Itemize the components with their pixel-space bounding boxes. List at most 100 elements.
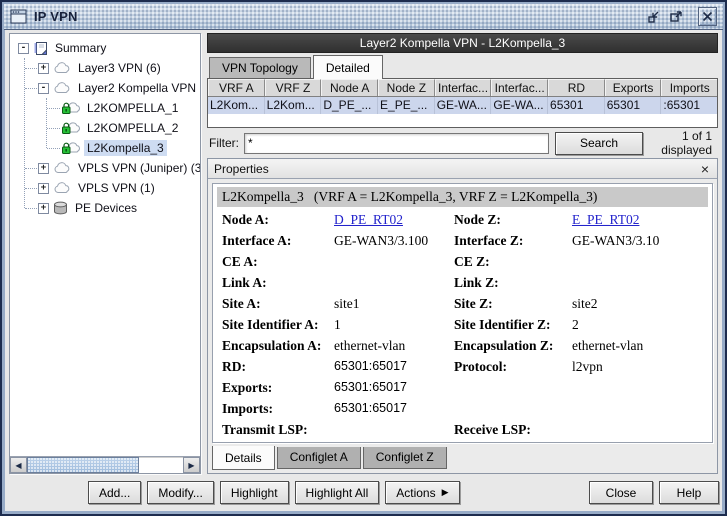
cell-interface-z[interactable]: GE-WA... <box>491 97 549 114</box>
tab-configlet-a[interactable]: Configlet A <box>276 447 361 469</box>
tree-item-l2kompella-2[interactable]: L2KOMPELLA_2 <box>10 118 200 138</box>
prop-label: Encapsulation A: <box>222 338 322 353</box>
tab-details[interactable]: Details <box>212 446 275 470</box>
column-header-exports[interactable]: Exports <box>604 79 662 96</box>
cloud-icon <box>53 162 71 174</box>
prop-value <box>572 377 708 398</box>
prop-label <box>454 398 572 419</box>
vrf-table: VRF A VRF Z Node A Node Z Interfac... In… <box>207 78 718 128</box>
column-header-rd[interactable]: RD <box>548 79 605 96</box>
prop-label: Interface A: <box>222 233 292 248</box>
actions-label: Actions <box>396 485 436 500</box>
filter-input[interactable] <box>244 132 549 154</box>
column-header-interface-z[interactable]: Interfac... <box>491 79 549 96</box>
cell-rd[interactable]: 65301 <box>548 97 605 114</box>
prop-label: CE Z: <box>454 254 490 269</box>
prop-label <box>454 377 572 398</box>
tree-item-vpls-vpn[interactable]: + VPLS VPN (1) <box>10 178 200 198</box>
properties-content: L2Kompella_3 (VRF A = L2Kompella_3, VRF … <box>212 183 713 443</box>
view-tabs: VPN Topology Detailed <box>207 53 718 79</box>
cell-interface-a[interactable]: GE-WA... <box>435 97 492 114</box>
filter-label: Filter: <box>209 136 239 150</box>
prop-value: l2vpn <box>572 359 603 374</box>
displayed-count: 1 of 1 displayed <box>661 129 712 157</box>
prop-value: GE-WAN3/3.10 <box>572 233 660 248</box>
scroll-left-icon[interactable]: ◀ <box>10 457 27 473</box>
tree-item-layer3-vpn[interactable]: + Layer3 VPN (6) <box>10 58 200 78</box>
tree-item-l2kompella-3-selected[interactable]: L2Kompella_3 <box>10 138 200 158</box>
column-header-node-z[interactable]: Node Z <box>378 79 435 96</box>
column-header-imports[interactable]: Imports <box>661 79 718 96</box>
prop-value <box>334 272 454 293</box>
restore-window-icon[interactable] <box>645 7 664 26</box>
node-z-link[interactable]: E_PE_RT02 <box>572 209 708 230</box>
tree-item-label: VPLS VPN (Juniper) (3) <box>78 161 200 175</box>
cell-exports[interactable]: 65301 <box>605 97 662 114</box>
prop-label: Link Z: <box>454 275 499 290</box>
column-header-interface-a[interactable]: Interfac... <box>434 79 492 96</box>
detail-panel-title: Layer2 Kompella VPN - L2Kompella_3 <box>207 33 718 53</box>
tree-item-layer2-kompella-vpn[interactable]: - Layer2 Kompella VPN (3) <box>10 78 200 98</box>
close-button[interactable]: Close <box>589 481 653 504</box>
prop-label: Protocol: <box>454 359 507 374</box>
table-row[interactable]: L2Kom... L2Kom... D_PE_... E_PE_... GE-W… <box>208 97 717 114</box>
help-button[interactable]: Help <box>659 481 719 504</box>
add-button[interactable]: Add... <box>88 481 142 504</box>
expand-icon[interactable]: + <box>38 202 49 214</box>
collapse-icon[interactable]: - <box>18 42 29 54</box>
expand-icon[interactable]: + <box>38 162 49 174</box>
tree-item-l2kompella-1[interactable]: L2KOMPELLA_1 <box>10 98 200 118</box>
cloud-icon <box>53 62 71 74</box>
tree-item-summary[interactable]: - Summary <box>10 38 200 58</box>
tree-item-pe-devices[interactable]: + PE Devices <box>10 198 200 218</box>
prop-value: site2 <box>572 296 598 311</box>
menu-arrow-icon: ▶ <box>441 487 449 497</box>
highlight-button[interactable]: Highlight <box>219 481 289 504</box>
expand-icon[interactable]: + <box>38 62 49 74</box>
prop-label: Site Identifier Z: <box>454 317 551 332</box>
properties-header: Properties × <box>208 159 717 179</box>
expand-icon[interactable]: + <box>38 182 49 194</box>
tab-configlet-z[interactable]: Configlet Z <box>362 447 447 469</box>
action-button-bar: Add... Modify... Highlight Highlight All… <box>6 476 721 509</box>
tab-detailed[interactable]: Detailed <box>312 55 383 79</box>
node-a-link[interactable]: D_PE_RT02 <box>334 209 454 230</box>
actions-menu-button[interactable]: Actions ▶ <box>385 481 460 504</box>
prop-label: Transmit LSP: <box>222 422 308 437</box>
highlight-all-button[interactable]: Highlight All <box>294 481 380 504</box>
cell-imports[interactable]: :65301 <box>661 97 717 114</box>
properties-grid: Node A: D_PE_RT02 Node Z: E_PE_RT02 Inte… <box>217 209 708 440</box>
prop-label: Link A: <box>222 275 267 290</box>
tree-item-vpls-vpn-juniper[interactable]: + VPLS VPN (Juniper) (3) <box>10 158 200 178</box>
column-header-vrf-z[interactable]: VRF Z <box>264 79 322 96</box>
modify-button[interactable]: Modify... <box>147 481 214 504</box>
lock-cloud-icon <box>61 141 80 155</box>
prop-label: Site Z: <box>454 296 493 311</box>
cell-vrf-a[interactable]: L2Kom... <box>208 97 265 114</box>
lock-cloud-icon <box>61 121 80 135</box>
prop-label: Exports: <box>222 380 273 395</box>
tree-horizontal-scrollbar[interactable]: ◀ ▶ <box>10 456 200 473</box>
properties-title: Properties <box>214 161 269 176</box>
column-header-vrf-a[interactable]: VRF A <box>208 79 265 96</box>
close-properties-icon[interactable]: × <box>699 162 711 176</box>
detail-panel: Layer2 Kompella VPN - L2Kompella_3 VPN T… <box>207 33 718 474</box>
cell-node-a[interactable]: D_PE_... <box>321 97 379 114</box>
cell-vrf-z[interactable]: L2Kom... <box>265 97 322 114</box>
prop-value: 65301:65017 <box>334 359 407 373</box>
tree-item-label: L2KOMPELLA_1 <box>87 101 179 115</box>
scroll-right-icon[interactable]: ▶ <box>183 457 200 473</box>
prop-label: Encapsulation Z: <box>454 338 554 353</box>
column-header-node-a[interactable]: Node A <box>321 79 379 96</box>
close-window-icon[interactable] <box>698 7 717 26</box>
scrollbar-track[interactable] <box>139 457 183 473</box>
tab-vpn-topology[interactable]: VPN Topology <box>209 57 311 78</box>
tree-item-label: Summary <box>55 41 107 55</box>
maximize-window-icon[interactable] <box>667 7 686 26</box>
collapse-icon[interactable]: - <box>38 82 49 94</box>
cell-node-z[interactable]: E_PE_... <box>378 97 435 114</box>
scrollbar-thumb[interactable] <box>27 457 139 473</box>
ip-vpn-window: IP VPN - Summary + Layer3 VPN (6) - Laye… <box>0 0 727 516</box>
search-button[interactable]: Search <box>555 131 643 155</box>
prop-value: ethernet-vlan <box>334 338 406 353</box>
